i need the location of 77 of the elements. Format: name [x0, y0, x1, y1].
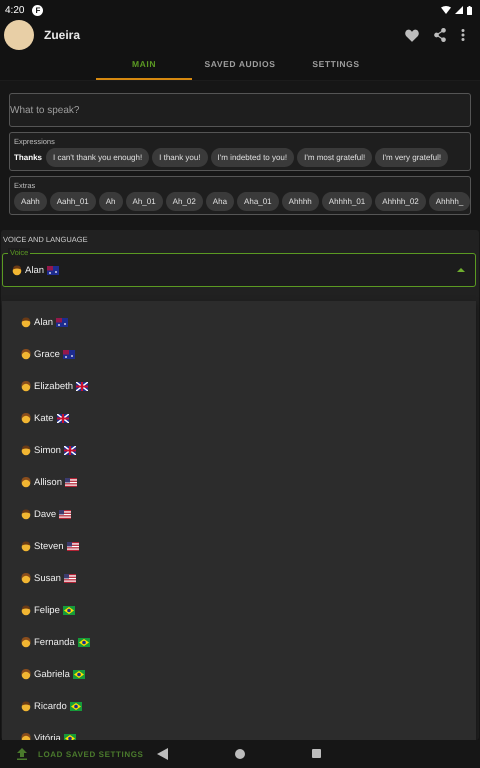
flag-icon [47, 266, 60, 274]
voice-option[interactable]: Alan [34, 316, 54, 328]
flag-icon [59, 510, 72, 518]
share-icon[interactable] [433, 28, 447, 42]
flag-icon [76, 382, 88, 390]
extra-chip[interactable]: Aahh [14, 192, 47, 211]
flag-icon [64, 574, 76, 582]
extra-chip[interactable]: Aha_01 [237, 192, 279, 211]
expression-chip[interactable]: I thank you! [152, 148, 208, 167]
expression-chip[interactable]: I'm most grateful! [297, 148, 372, 167]
person-icon [21, 412, 31, 424]
person-icon [21, 700, 31, 712]
group-label: Thanks [14, 153, 42, 162]
flag-icon [64, 734, 76, 740]
flag-icon [62, 606, 75, 614]
voice-option[interactable]: Kate [34, 412, 54, 424]
flag-icon [65, 478, 77, 486]
tab[interactable]: SETTINGS [288, 50, 384, 80]
speak-field[interactable]: What to speak? [9, 93, 471, 127]
person-icon [21, 476, 31, 488]
voice-option[interactable]: Fernanda [34, 636, 75, 648]
extra-chip[interactable]: Ahhhh_ [428, 192, 470, 211]
flag-icon [56, 318, 68, 326]
wifi-icon [441, 6, 451, 14]
notification-icon: F [32, 4, 44, 16]
voice-option[interactable]: Felipe [34, 604, 60, 616]
flag-icon [72, 670, 85, 678]
voice-option[interactable]: Steven [34, 540, 64, 552]
voice-option[interactable]: Ricardo [34, 700, 67, 712]
person-icon [21, 572, 31, 584]
extra-chip[interactable]: Ahhhh [282, 192, 319, 211]
upload-icon [16, 748, 28, 760]
heart-icon[interactable] [405, 28, 419, 42]
person-icon [21, 444, 31, 456]
person-icon [21, 380, 31, 392]
person-icon [21, 508, 31, 520]
app-title: Zueira [44, 28, 80, 42]
signal-icon [455, 6, 463, 14]
extra-chip[interactable]: Ah_02 [166, 192, 203, 211]
person-icon [21, 348, 31, 360]
person-icon [21, 604, 31, 616]
more-options-icon[interactable] [461, 29, 465, 41]
person-icon [21, 540, 31, 552]
voice-option[interactable]: Allison [34, 476, 62, 488]
flag-icon [64, 446, 76, 454]
extra-chip[interactable]: Ah_01 [126, 192, 163, 211]
status-time: 4:20 [5, 4, 24, 16]
expression-chip[interactable]: I'm very grateful! [375, 148, 448, 167]
flag-icon [56, 414, 69, 422]
extra-chip[interactable]: Ah [98, 192, 123, 211]
person-icon [12, 264, 22, 276]
extra-chip[interactable]: Aahh_01 [50, 192, 96, 211]
voice-option[interactable]: Dave [34, 508, 56, 520]
collapse-caret-icon [457, 268, 465, 272]
flag-icon [78, 638, 90, 646]
back-icon[interactable] [157, 748, 169, 760]
selected-voice: Alan [25, 264, 44, 276]
battery-icon [467, 6, 472, 14]
voice-option[interactable]: Gabriela [34, 668, 70, 680]
extra-chip[interactable]: Ahhhh_02 [375, 192, 426, 211]
voice-option[interactable]: Susan [34, 572, 61, 584]
voice-option[interactable]: Elizabeth [34, 380, 74, 392]
flag-icon [62, 350, 75, 358]
voice-option[interactable]: Grace [34, 348, 60, 360]
home-icon[interactable] [235, 749, 245, 759]
extra-chip[interactable]: Aha [206, 192, 234, 211]
tab[interactable]: SAVED AUDIOS [192, 50, 288, 80]
expression-chip[interactable]: I can't thank you enough! [46, 148, 150, 167]
voice-option[interactable]: Simon [34, 444, 61, 456]
person-icon [21, 668, 31, 680]
person-icon [21, 316, 31, 328]
extra-chip[interactable]: Ahhhh_01 [322, 192, 372, 211]
person-icon [21, 636, 31, 648]
flag-icon [70, 702, 82, 710]
expression-chip[interactable]: I'm indebted to you! [210, 148, 294, 167]
flag-icon [66, 542, 79, 550]
avatar-icon [4, 20, 34, 50]
